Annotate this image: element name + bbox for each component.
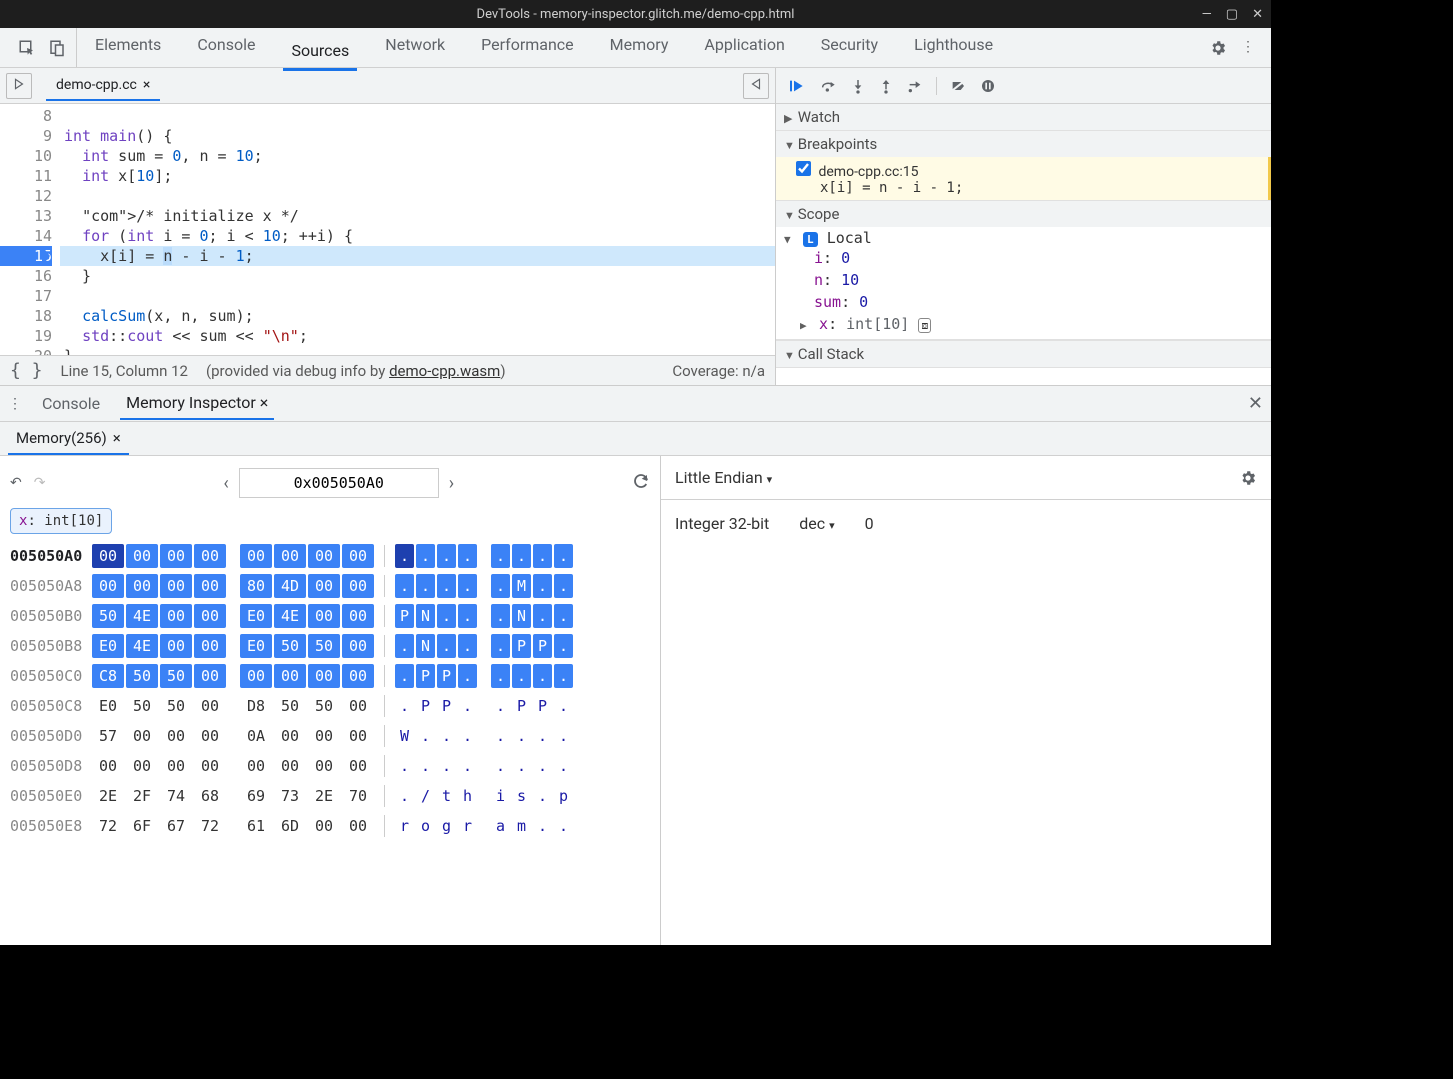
breakpoint-item[interactable]: demo-cpp.cc:15 x[i] = n - i - 1; (776, 157, 1271, 200)
scope-var[interactable]: sum: 0 (790, 291, 1271, 313)
hex-row[interactable]: 005050C8E0505000D8505000.PP..PP. (10, 692, 650, 720)
window-title: DevTools - memory-inspector.glitch.me/de… (477, 7, 795, 22)
step-into-icon[interactable] (850, 78, 866, 94)
show-debugger-icon[interactable] (743, 73, 769, 99)
callstack-section[interactable]: ▼ Call Stack (776, 340, 1271, 367)
step-icon[interactable] (906, 78, 924, 94)
more-icon[interactable]: ⋮ (1241, 39, 1255, 57)
memory-tab-close-icon[interactable]: × (113, 429, 121, 447)
status-line-col: Line 15, Column 12 (61, 362, 188, 380)
maximize-icon[interactable]: ▢ (1226, 7, 1238, 22)
step-over-icon[interactable] (818, 78, 838, 94)
value-settings-icon[interactable] (1239, 468, 1257, 488)
debugger-pane: ▶ Watch ▼ Breakpoints demo-cpp.cc:15 x[i… (776, 68, 1271, 385)
value-type: Integer 32-bit (675, 514, 769, 533)
minimize-icon[interactable]: — (1202, 7, 1212, 22)
step-out-icon[interactable] (878, 78, 894, 94)
next-page-icon[interactable]: › (449, 473, 454, 494)
hex-viewer: ↶ ↷ ‹ › x: int[10] 005050A00000000000000… (0, 456, 661, 945)
drawer-tab-console[interactable]: Console (36, 388, 106, 419)
breakpoint-code: x[i] = n - i - 1; (796, 180, 1260, 196)
tab-network[interactable]: Network (377, 31, 453, 65)
breakpoint-title: demo-cpp.cc:15 (818, 164, 918, 180)
file-tab-demo-cpp[interactable]: demo-cpp.cc × (46, 71, 160, 101)
memory-tab[interactable]: Memory(256) × (8, 423, 129, 455)
redo-icon[interactable]: ↷ (34, 475, 46, 491)
watch-section[interactable]: ▶ Watch (776, 104, 1271, 130)
file-tab-label: demo-cpp.cc (56, 77, 137, 93)
resume-icon[interactable] (786, 78, 806, 94)
hex-row[interactable]: 005050B0504E0000E04E0000PN...N.. (10, 602, 650, 630)
drawer-tab-close-icon[interactable]: × (260, 393, 269, 412)
close-icon[interactable]: ✕ (1252, 7, 1263, 22)
hex-row[interactable]: 005050E02E2F746869732E70./this.p (10, 782, 650, 810)
breakpoints-section[interactable]: ▼ Breakpoints (776, 131, 1271, 157)
tab-memory[interactable]: Memory (602, 31, 677, 65)
prev-page-icon[interactable]: ‹ (223, 473, 228, 494)
scope-section[interactable]: ▼ Scope (776, 201, 1271, 227)
pretty-print-icon[interactable]: { } (10, 360, 43, 381)
hex-row[interactable]: 005050E8726F6772616D0000rogram.. (10, 812, 650, 840)
value-interpreter: Little Endian ▾ Integer 32-bit dec ▾ 0 (661, 456, 1271, 945)
drawer-tab-bar: ⋮ Console Memory Inspector × ✕ (0, 386, 1271, 422)
main-tab-bar: Elements Console Sources Network Perform… (0, 28, 1271, 68)
pause-exceptions-icon[interactable] (979, 78, 997, 94)
status-coverage: Coverage: n/a (672, 362, 765, 380)
tab-application[interactable]: Application (696, 31, 792, 65)
window-titlebar: DevTools - memory-inspector.glitch.me/de… (0, 0, 1271, 28)
inspect-element-icon[interactable] (18, 39, 36, 57)
memory-tabs: Memory(256) × (0, 422, 1271, 456)
hex-row[interactable]: 005050D0570000000A000000W....... (10, 722, 650, 750)
code-editor[interactable]: 891011121314151617181920 int main() { in… (0, 104, 775, 355)
show-navigator-icon[interactable] (6, 73, 32, 99)
hex-table[interactable]: 005050A00000000000000000........005050A8… (10, 542, 650, 842)
tab-elements[interactable]: Elements (87, 31, 169, 65)
tab-lighthouse[interactable]: Lighthouse (906, 31, 1001, 65)
tab-security[interactable]: Security (813, 31, 886, 65)
scope-var-x[interactable]: ▶ x: int[10] ⧈ (790, 313, 1271, 337)
refresh-icon[interactable] (632, 472, 650, 494)
debug-info-link[interactable]: demo-cpp.wasm (389, 362, 500, 380)
drawer-tab-memory-inspector[interactable]: Memory Inspector × (120, 387, 274, 420)
close-drawer-icon[interactable]: ✕ (1248, 393, 1263, 414)
editor-tab-bar: demo-cpp.cc × (0, 68, 775, 104)
hex-row[interactable]: 005050C0C850500000000000.PP..... (10, 662, 650, 690)
settings-icon[interactable] (1209, 39, 1227, 57)
status-debug-info: (provided via debug info by demo-cpp.was… (206, 362, 506, 380)
endianness-select[interactable]: Little Endian ▾ (675, 468, 772, 487)
undo-icon[interactable]: ↶ (10, 475, 22, 491)
tab-console[interactable]: Console (189, 31, 263, 65)
hex-row[interactable]: 005050A00000000000000000........ (10, 542, 650, 570)
object-chip[interactable]: x: int[10] (10, 508, 112, 534)
value-mode-select[interactable]: dec ▾ (799, 514, 834, 533)
hex-row[interactable]: 005050D80000000000000000........ (10, 752, 650, 780)
local-badge-icon: L (803, 232, 818, 247)
breakpoint-checkbox[interactable] (796, 161, 811, 176)
scope-var[interactable]: i: 0 (790, 247, 1271, 269)
value-output: 0 (865, 514, 874, 533)
scope-var[interactable]: n: 10 (790, 269, 1271, 291)
reveal-memory-icon[interactable]: ⧈ (918, 318, 931, 333)
deactivate-breakpoints-icon[interactable] (949, 78, 967, 94)
device-toggle-icon[interactable] (48, 39, 66, 57)
editor-status-bar: { } Line 15, Column 12 (provided via deb… (0, 355, 775, 385)
chevron-down-icon: ▾ (767, 473, 773, 486)
tab-performance[interactable]: Performance (473, 31, 582, 65)
chevron-down-icon: ▾ (829, 519, 835, 532)
tab-sources[interactable]: Sources (283, 37, 357, 71)
main-tabs: Elements Console Sources Network Perform… (87, 31, 1209, 65)
drawer-more-icon[interactable]: ⋮ (8, 396, 22, 412)
hex-row[interactable]: 005050B8E04E0000E0505000.N...PP. (10, 632, 650, 660)
file-tab-close-icon[interactable]: × (143, 77, 150, 93)
address-input[interactable] (239, 468, 439, 498)
hex-row[interactable]: 005050A800000000804D0000.....M.. (10, 572, 650, 600)
